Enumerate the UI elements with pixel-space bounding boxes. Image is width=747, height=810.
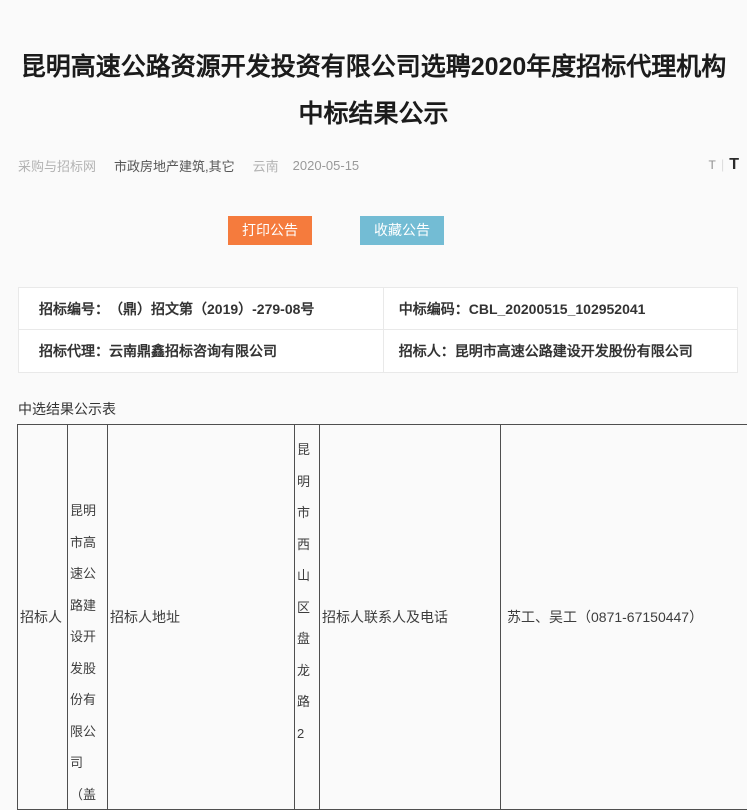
agency-cell: 招标代理： 云南鼎鑫招标咨询有限公司 [19, 330, 384, 372]
region-label: 云南 [253, 156, 279, 175]
contact-header-cell: 招标人联系人及电话 [320, 425, 501, 809]
win-code-label: 中标编码： [399, 299, 469, 319]
page-title: 昆明高速公路资源开发投资有限公司选聘2020年度招标代理机构 中标结果公示 [20, 44, 727, 138]
bidder-value-cell: 昆明市高速公路建设开发股份有限公司（盖 [68, 425, 108, 809]
result-table-caption: 中选结果公示表 [18, 399, 116, 419]
bidder-value: 昆明市高速公路建设开发股份有限公司（盖 [70, 495, 105, 809]
page-title-line1: 昆明高速公路资源开发投资有限公司选聘2020年度招标代理机构 [20, 44, 727, 91]
font-larger-button[interactable]: T [729, 156, 739, 174]
tenderee-value: 昆明市高速公路建设开发股份有限公司 [455, 341, 693, 361]
bid-number-cell: 招标编号： （鼎）招文第（2019）-279-08号 [19, 288, 384, 330]
agency-value: 云南鼎鑫招标咨询有限公司 [109, 341, 277, 361]
address-header-label: 招标人地址 [110, 607, 292, 627]
win-code-value: CBL_20200515_102952041 [469, 301, 646, 317]
bid-number-label: 招标编号： [39, 299, 109, 319]
address-header-cell: 招标人地址 [108, 425, 295, 809]
contact-value-cell: 苏工、吴工（0871-67150447） [501, 425, 747, 809]
meta-bar: 采购与招标网 市政房地产建筑,其它 云南 2020-05-15 T | T [18, 155, 739, 175]
contact-header-label: 招标人联系人及电话 [322, 607, 498, 627]
bidder-header-label: 招标人 [20, 607, 65, 627]
font-smaller-button[interactable]: T [708, 158, 715, 172]
print-announcement-button[interactable]: 打印公告 [228, 216, 312, 245]
tenderee-cell: 招标人： 昆明市高速公路建设开发股份有限公司 [384, 330, 737, 372]
win-code-cell: 中标编码： CBL_20200515_102952041 [384, 288, 737, 330]
address-value: 昆明市西山区盘龙路2 [297, 434, 317, 749]
source-site-label: 采购与招标网 [18, 156, 96, 175]
agency-label: 招标代理： [39, 341, 109, 361]
favorite-announcement-button[interactable]: 收藏公告 [360, 216, 444, 245]
page-title-line2: 中标结果公示 [20, 91, 727, 138]
publish-date: 2020-05-15 [293, 158, 360, 173]
font-size-control: T | T [708, 156, 739, 174]
bid-info-table: 招标编号： （鼎）招文第（2019）-279-08号 中标编码： CBL_202… [18, 287, 738, 373]
contact-value: 苏工、吴工（0871-67150447） [507, 607, 747, 627]
font-control-divider: | [721, 157, 724, 172]
tenderee-label: 招标人： [399, 341, 455, 361]
bidder-header-cell: 招标人 [18, 425, 68, 809]
category-label: 市政房地产建筑,其它 [114, 156, 235, 175]
result-table: 招标人 昆明市高速公路建设开发股份有限公司（盖 招标人地址 昆明市西山区盘龙路2… [17, 424, 747, 810]
bid-number-value: （鼎）招文第（2019）-279-08号 [109, 299, 314, 319]
address-value-cell: 昆明市西山区盘龙路2 [295, 425, 320, 809]
action-buttons: 打印公告 收藏公告 [228, 216, 444, 245]
